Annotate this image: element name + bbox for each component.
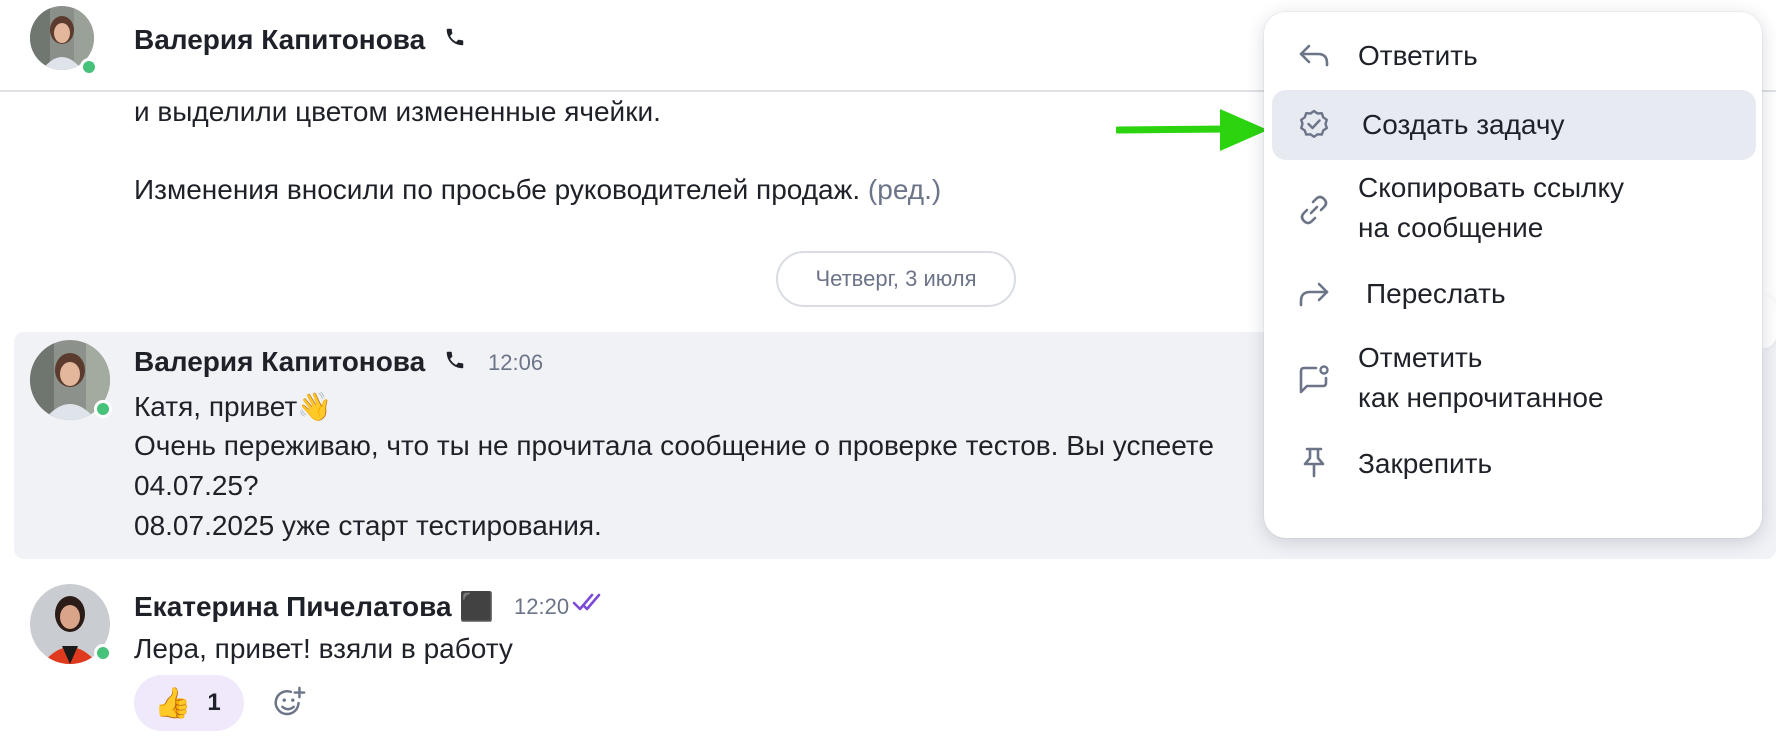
author-name-text: Екатерина Пичелатова [134, 591, 452, 622]
online-status-dot [94, 400, 112, 418]
menu-item-reply[interactable]: Ответить [1272, 24, 1756, 88]
menu-item-copy-link[interactable]: Скопировать ссылку на сообщение [1272, 162, 1756, 256]
menu-item-mark-unread[interactable]: Отметить как непрочитанное [1272, 332, 1756, 426]
menu-item-pin[interactable]: Закрепить [1272, 432, 1756, 496]
message-text-line: 08.07.2025 уже старт тестирования. [134, 510, 602, 541]
menu-item-label: Закрепить [1358, 448, 1493, 479]
reaction-count: 1 [207, 689, 221, 716]
forward-icon [1299, 282, 1329, 307]
reaction-emoji: 👍 [154, 686, 192, 720]
reaction-chip[interactable]: 👍 1 [134, 675, 244, 731]
link-icon [1300, 195, 1328, 225]
header-contact-name[interactable]: Валерия Капитонова [134, 24, 425, 56]
menu-item-label: на сообщение [1358, 212, 1544, 243]
menu-item-create-task[interactable]: Создать задачу [1272, 90, 1756, 160]
message-text-line: Катя, привет👋 [134, 391, 333, 422]
message-text-line: и выделили цветом измененные ячейки. [134, 96, 661, 127]
message-text-line: Лера, привет! взяли в работу [134, 633, 513, 664]
add-reaction-icon[interactable] [270, 684, 308, 722]
overflow-edge [1762, 296, 1776, 348]
message-author-name[interactable]: Екатерина Пичелатова ⬛ [134, 590, 494, 623]
online-status-dot [94, 644, 112, 662]
mark-unread-icon [1299, 365, 1329, 394]
read-checkmarks-icon [572, 593, 601, 611]
date-separator: Четверг, 3 июля [776, 251, 1016, 307]
message-author-name[interactable]: Валерия Капитонова [134, 346, 425, 378]
message-text-line: 04.07.25? [134, 470, 259, 501]
menu-item-label: Отметить [1358, 342, 1483, 373]
menu-item-label: Создать задачу [1362, 109, 1565, 140]
pin-icon [1303, 447, 1325, 478]
message-text-line: Изменения вносили по просьбе руководител… [134, 174, 941, 206]
message-text-line: Очень переживаю, что ты не прочитала соо… [134, 430, 1214, 461]
phone-icon[interactable] [444, 26, 466, 48]
online-status-dot [80, 58, 98, 76]
annotation-arrow-icon [1116, 109, 1268, 151]
reply-icon [1299, 44, 1329, 67]
message-time: 12:06 [488, 350, 544, 375]
menu-item-label: как непрочитанное [1358, 382, 1604, 413]
author-avatar[interactable] [30, 340, 112, 420]
menu-item-label: Переслать [1366, 278, 1506, 309]
message-context-menu: Ответить Создать задачу Скопировать ссыл… [1264, 12, 1762, 538]
menu-item-label: Скопировать ссылку [1358, 172, 1625, 203]
edited-marker: (ред.) [867, 174, 942, 205]
message-text: Изменения вносили по просьбе руководител… [134, 174, 861, 205]
phone-icon[interactable] [444, 349, 466, 371]
message-time: 12:20 [514, 594, 570, 619]
menu-item-label: Ответить [1358, 40, 1478, 71]
author-avatar[interactable] [30, 584, 112, 664]
task-badge-icon [1300, 109, 1328, 138]
author-status-emoji: ⬛ [459, 591, 495, 622]
menu-item-forward[interactable]: Переслать [1272, 262, 1756, 326]
contact-avatar[interactable] [30, 6, 98, 76]
